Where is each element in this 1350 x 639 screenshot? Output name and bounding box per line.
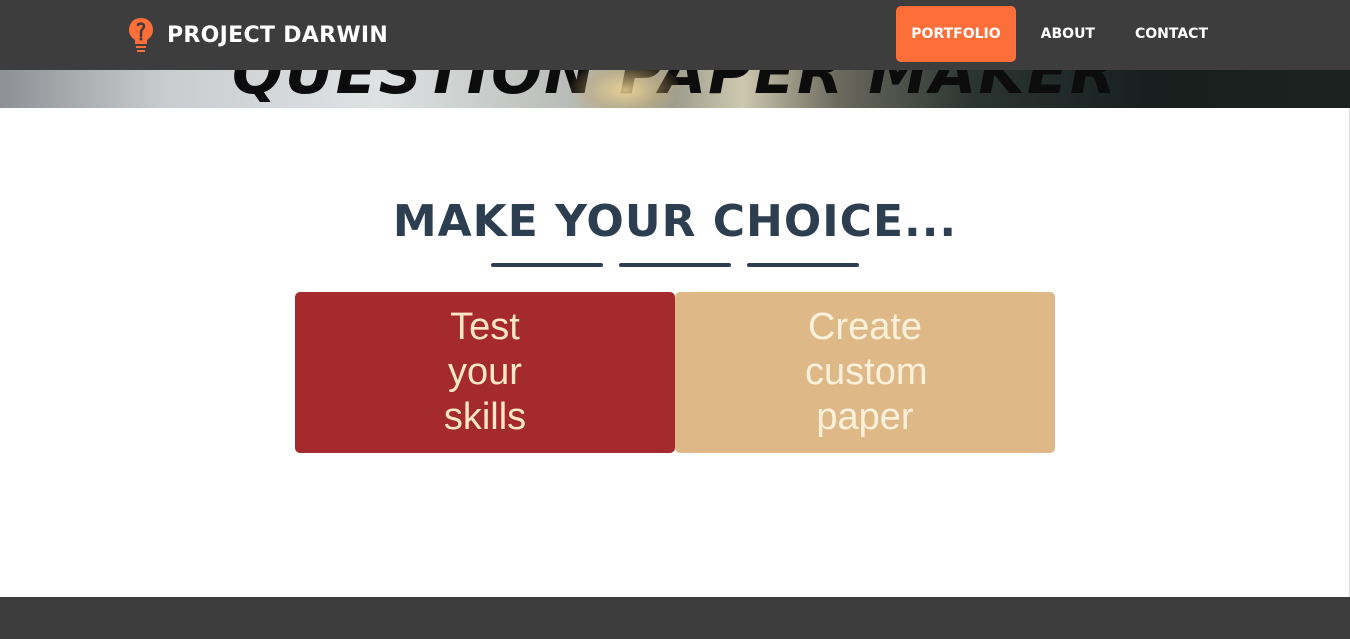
nav-link-contact[interactable]: CONTACT [1115,6,1228,62]
divider-segment [491,263,603,267]
navbar: PROJECT DARWIN PORTFOLIO ABOUT CONTACT [0,0,1350,70]
nav-links: PORTFOLIO ABOUT CONTACT [896,6,1228,62]
brand-link[interactable]: PROJECT DARWIN [128,16,388,54]
create-paper-label: Create custom paper [805,306,928,438]
section-heading: MAKE YOUR CHOICE... [392,196,958,247]
nav-link-about[interactable]: ABOUT [1021,6,1115,62]
divider-segment [619,263,731,267]
test-skills-label: Test your skills [443,306,527,438]
test-skills-button[interactable]: Test your skills [295,292,675,453]
page: QUESTION PAPER MAKER PROJECT DARWIN PORT… [0,0,1350,639]
create-paper-button[interactable]: Create custom paper [675,292,1055,453]
nav-link-portfolio[interactable]: PORTFOLIO [896,6,1016,62]
divider-segment [747,263,859,267]
heading-divider [491,263,859,267]
footer [0,597,1350,639]
brand-name: PROJECT DARWIN [167,22,389,48]
lightbulb-logo-icon [129,18,153,52]
